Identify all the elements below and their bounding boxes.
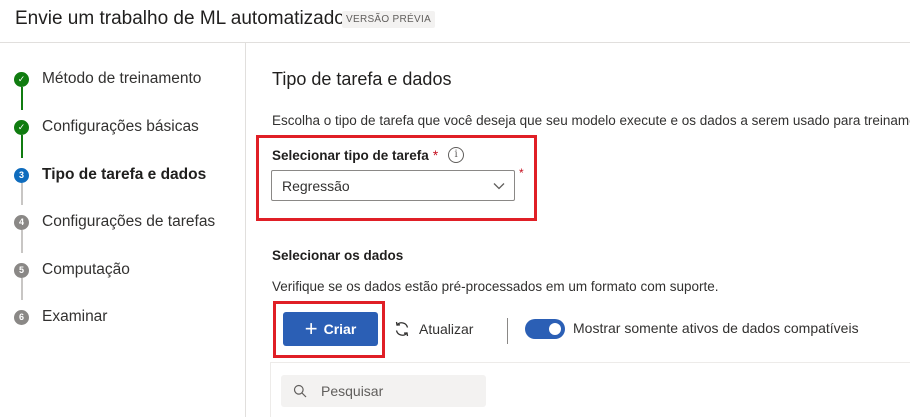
page-header: Envie um trabalho de ML automatizado VER… <box>0 0 910 43</box>
search-input[interactable]: Pesquisar <box>281 375 486 407</box>
step-label: Tipo de tarefa e dados <box>42 166 207 183</box>
step-connector <box>21 278 23 300</box>
step-number-badge: 5 <box>14 262 29 278</box>
step-label: Configurações básicas <box>42 118 199 135</box>
step-basic-settings[interactable]: ✓ Configurações básicas <box>14 117 199 137</box>
refresh-button[interactable]: Atualizar <box>393 318 473 340</box>
check-icon: ✓ <box>14 71 29 87</box>
compatible-assets-toggle[interactable] <box>525 319 565 339</box>
step-compute[interactable]: 5 Computação <box>14 260 130 280</box>
step-label: Computação <box>42 261 130 278</box>
step-task-type-data[interactable]: 3 Tipo de tarefa e dados <box>14 165 206 185</box>
step-label: Configurações de tarefas <box>42 213 216 230</box>
select-data-title: Selecionar os dados <box>272 248 404 263</box>
step-connector <box>21 230 23 253</box>
step-review[interactable]: 6 Examinar <box>14 307 107 327</box>
step-task-settings[interactable]: 4 Configurações de tarefas <box>14 212 215 232</box>
wizard-steps-sidebar: ✓ Método de treinamento ✓ Configurações … <box>0 43 246 417</box>
toolbar-divider <box>507 318 508 344</box>
step-label: Examinar <box>42 308 108 325</box>
select-data-description: Verifique se os dados estão pré-processa… <box>272 279 719 294</box>
step-label: Método de treinamento <box>42 70 202 87</box>
check-icon: ✓ <box>14 119 29 135</box>
step-number-badge: 6 <box>14 309 29 325</box>
step-number-badge: 3 <box>14 167 29 183</box>
page-title: Envie um trabalho de ML automatizado <box>15 8 345 29</box>
task-type-highlight-box <box>256 135 537 221</box>
step-number-badge: 4 <box>14 214 29 230</box>
preview-badge: VERSÃO PRÉVIA <box>342 11 436 28</box>
refresh-button-label: Atualizar <box>419 321 474 337</box>
step-connector <box>21 183 23 205</box>
step-training-method[interactable]: ✓ Método de treinamento <box>14 69 201 89</box>
section-title: Tipo de tarefa e dados <box>272 69 452 89</box>
toggle-label: Mostrar somente ativos de dados compatív… <box>573 320 859 336</box>
toggle-knob <box>549 323 561 335</box>
step-connector <box>21 135 23 158</box>
search-placeholder: Pesquisar <box>321 383 384 399</box>
step-connector <box>21 87 23 110</box>
search-icon <box>293 384 307 398</box>
create-highlight-box <box>273 301 385 358</box>
section-description: Escolha o tipo de tarefa que você deseja… <box>272 113 910 128</box>
refresh-icon <box>395 321 409 337</box>
